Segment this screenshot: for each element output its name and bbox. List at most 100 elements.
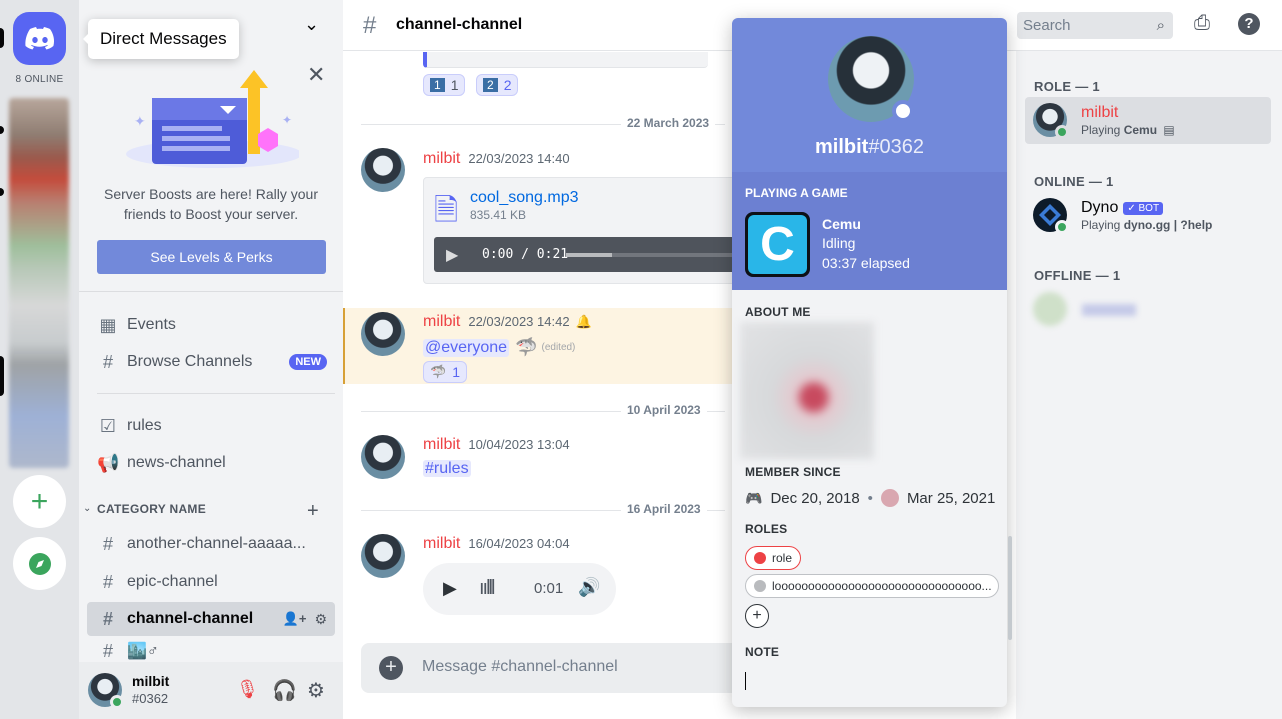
svg-text:✦: ✦ [282, 113, 292, 127]
avatar[interactable] [361, 148, 405, 192]
avatar[interactable] [361, 534, 405, 578]
channel-another[interactable]: # another-channel-aaaaa... [87, 527, 335, 561]
category-name[interactable]: CATEGORY NAME [97, 502, 206, 516]
browse-channels-item[interactable]: # Browse Channels NEW [87, 345, 335, 379]
keycap-1-icon: 1 [430, 78, 445, 92]
channel-rules[interactable]: ☑ rules [87, 409, 335, 443]
server-icons-blurred[interactable] [9, 98, 69, 468]
member-group-title: ROLE — 1 [1034, 79, 1100, 94]
reaction[interactable]: 2 2 [476, 74, 519, 96]
date-separator: 16 April 2023 [361, 502, 725, 516]
server-since-date: Mar 25, 2021 [906, 489, 996, 507]
inbox-icon[interactable]: ⎙ [1194, 12, 1210, 35]
unread-pill [0, 126, 4, 134]
channel-title: channel-channel [396, 16, 523, 33]
bot-badge: ✓ BOT [1123, 201, 1164, 215]
audio-player: ▶ 0:00 / 0:21 [434, 237, 744, 272]
file-name-link[interactable]: cool_song.mp3 [470, 189, 579, 207]
see-levels-perks-button[interactable]: See Levels & Perks [97, 240, 326, 274]
user-name: milbit [132, 673, 170, 689]
events-label: Events [127, 316, 176, 333]
channel-emoji[interactable]: # 🏙️♂ [87, 640, 335, 662]
add-role-plus-icon[interactable]: + [745, 604, 769, 628]
create-channel-plus-icon[interactable]: + [307, 500, 319, 523]
date-separator: 22 March 2023 [361, 116, 725, 130]
member-item[interactable]: Dyno ✓ BOT Playing dyno.gg | ?help [1025, 192, 1271, 239]
play-icon[interactable]: ▶ [446, 245, 458, 265]
note-input[interactable] [745, 669, 995, 693]
channel-epic[interactable]: # epic-channel [87, 565, 335, 599]
avatar[interactable] [361, 312, 405, 356]
user-tag: #0362 [132, 691, 169, 706]
message-content: #rules [423, 460, 471, 478]
channel-label: 🏙️♂ [127, 643, 159, 660]
status-online-icon [1055, 125, 1069, 139]
roles-title: ROLES [745, 522, 788, 536]
events-item[interactable]: ▦ Events [87, 308, 335, 342]
volume-icon[interactable]: 🔊 [578, 577, 600, 598]
mute-mic-icon[interactable]: 🎙 [236, 679, 259, 700]
message-input[interactable]: + Message #channel-channel [361, 643, 761, 693]
search-placeholder: Search [1023, 17, 1071, 34]
discriminator: #0362 [868, 136, 924, 158]
popout-scrollbar[interactable] [1008, 536, 1012, 640]
chevron-down-icon[interactable]: ⌄ [304, 14, 319, 35]
message-author[interactable]: milbit [423, 313, 460, 331]
category-chevron-icon[interactable]: ⌄ [83, 503, 91, 514]
playing-title: PLAYING A GAME [745, 186, 848, 200]
invite-icon[interactable]: 👤+ [283, 611, 307, 627]
settings-gear-icon[interactable]: ⚙ [307, 678, 325, 703]
explore-servers-button[interactable] [13, 537, 66, 590]
date-label: 16 April 2023 [621, 502, 707, 516]
message-author[interactable]: milbit [423, 150, 460, 168]
svg-text:✦: ✦ [134, 113, 146, 129]
add-server-button[interactable]: + [13, 475, 66, 528]
everyone-mention[interactable]: @everyone [423, 338, 510, 357]
game-icon: C [745, 212, 810, 277]
channel-news[interactable]: 📢 news-channel [87, 446, 335, 480]
play-icon[interactable]: ▶ [443, 578, 457, 599]
boost-card: ✕ ✦ ✦ Server Boosts are here! Rally your… [79, 56, 343, 292]
muted-bell-icon: 🔔 [575, 314, 592, 329]
profile-username: milbit#0362 [732, 136, 1007, 159]
offline-avatar-blurred[interactable] [1033, 292, 1067, 326]
message-author[interactable]: milbit [423, 436, 460, 454]
reaction[interactable]: 1 1 [423, 74, 466, 96]
message-header: milbit 16/04/2023 04:04 [423, 535, 570, 553]
keycap-2-icon: 2 [483, 78, 498, 92]
search-input[interactable]: Search ⌕ [1017, 12, 1173, 39]
channel-label: news-channel [127, 454, 226, 471]
role-pill[interactable]: role [745, 546, 802, 570]
home-button[interactable] [13, 12, 66, 65]
member-group-title: ONLINE — 1 [1034, 174, 1114, 189]
voice-message: ▶ ıılll 0:01 🔊 [423, 563, 616, 615]
reaction[interactable]: 🦈 1 [423, 361, 467, 383]
text-caret [745, 672, 746, 690]
gear-icon[interactable]: ⚙ [314, 611, 327, 628]
megaphone-icon: 📢 [97, 452, 120, 473]
browse-channels-label: Browse Channels [127, 353, 253, 370]
message-author[interactable]: milbit [423, 535, 460, 553]
offline-name-blurred [1082, 304, 1136, 316]
about-title: ABOUT ME [745, 305, 811, 319]
status-indicator-icon [892, 100, 914, 122]
hash-icon: # [102, 571, 113, 592]
channel-label: another-channel-aaaaa... [127, 535, 306, 552]
member-since-row: 🎮 Dec 20, 2018 • Mar 25, 2021 [745, 489, 995, 507]
file-size: 835.41 KB [470, 208, 527, 222]
avatar[interactable] [361, 435, 405, 479]
message-time: 22/03/2023 14:42 [468, 314, 570, 329]
close-icon[interactable]: ✕ [307, 62, 325, 88]
headphones-icon[interactable]: 🎧 [272, 678, 297, 703]
role-pill[interactable]: looooooooooooooooooooooooooooooo... [745, 574, 999, 598]
member-item[interactable]: milbit Playing Cemu ▤ [1025, 97, 1271, 144]
divider [97, 393, 335, 394]
activity-prefix: Playing [1081, 123, 1124, 137]
game-elapsed: 03:37 elapsed [822, 255, 910, 271]
help-icon[interactable]: ? [1238, 13, 1260, 35]
message-time: 22/03/2023 14:40 [468, 151, 570, 166]
add-attachment-icon[interactable]: + [379, 656, 403, 680]
role-color-dot [754, 552, 766, 564]
channel-channel-channel[interactable]: # channel-channel 👤+ ⚙ [87, 602, 335, 636]
channel-mention[interactable]: #rules [423, 460, 471, 477]
